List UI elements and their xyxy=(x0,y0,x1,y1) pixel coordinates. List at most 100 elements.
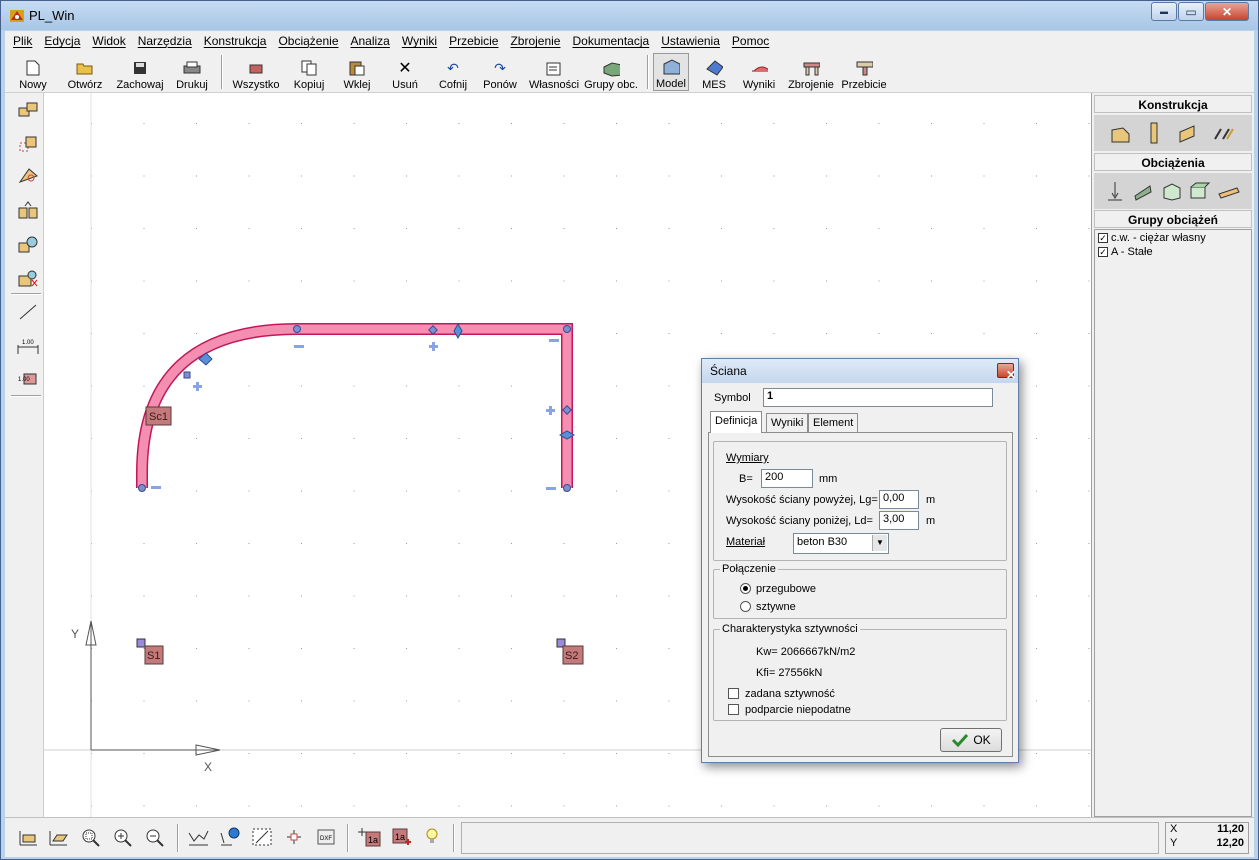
volume-load-icon[interactable] xyxy=(1188,180,1211,202)
menu-pomoc[interactable]: Pomoc xyxy=(732,34,769,48)
checkbox-checked-icon[interactable]: ✓ xyxy=(1098,232,1108,243)
redo-button[interactable]: ↷ Ponów xyxy=(479,53,521,92)
new-button[interactable]: Nowy xyxy=(15,53,51,91)
undo-button[interactable]: ↶ Cofnij xyxy=(433,53,473,92)
add-opening-tool[interactable] xyxy=(15,197,41,223)
menu-edycja[interactable]: Edycja xyxy=(44,34,80,48)
line-load-icon[interactable] xyxy=(1132,180,1154,202)
menu-wyniki[interactable]: Wyniki xyxy=(402,34,437,48)
menu-obciazenie[interactable]: Obciążenie xyxy=(278,34,338,48)
dimension-tool[interactable]: 1.00 xyxy=(15,333,41,359)
column-tool-icon[interactable] xyxy=(1146,121,1162,145)
support-s1[interactable]: S1 xyxy=(136,638,164,665)
properties-button[interactable]: Własności xyxy=(527,53,581,91)
line-tool[interactable] xyxy=(15,299,41,325)
grid-dot xyxy=(196,175,197,177)
grid-dot xyxy=(668,123,670,124)
menu-konstrukcja[interactable]: Konstrukcja xyxy=(204,34,267,48)
load-groups-button[interactable]: Grupy obc. xyxy=(583,53,639,91)
grid-dot xyxy=(1088,175,1090,177)
radio-rigid[interactable] xyxy=(740,601,751,612)
model-view-button[interactable]: Model xyxy=(653,53,689,91)
hint-button[interactable] xyxy=(419,824,445,850)
labels-button[interactable]: 1a xyxy=(357,824,383,850)
delete-button[interactable]: ✕ Usuń xyxy=(387,53,423,91)
lg-field[interactable]: 0,00 xyxy=(879,490,919,509)
wall-node[interactable] xyxy=(563,325,571,333)
wall-node[interactable] xyxy=(563,484,571,492)
b-field[interactable]: 200 xyxy=(761,469,813,488)
zoom-all-button[interactable] xyxy=(141,824,167,850)
grid-dot xyxy=(1036,385,1037,387)
node-snap-button[interactable] xyxy=(281,824,307,850)
save-button[interactable]: Zachowaj xyxy=(115,53,165,91)
load-group-item[interactable]: ✓ c.w. - ciężar własny xyxy=(1098,231,1251,244)
reinforcement-view-button[interactable]: Zbrojenie xyxy=(785,53,837,91)
tab-definicja[interactable]: Definicja xyxy=(710,411,763,433)
axes-button[interactable] xyxy=(185,824,211,850)
maximize-button[interactable]: ▭ xyxy=(1178,2,1204,21)
radio-hinged[interactable] xyxy=(740,583,751,594)
add-contour-tool[interactable] xyxy=(15,131,41,157)
paste-label: Wklej xyxy=(343,79,371,91)
view-3d-button[interactable] xyxy=(45,824,71,850)
surface-load-icon[interactable] xyxy=(1217,180,1241,202)
scale-tool[interactable]: 1.00 xyxy=(15,365,41,391)
zoom-dynamic-button[interactable] xyxy=(109,824,135,850)
slab-tool-icon[interactable] xyxy=(1109,122,1131,144)
tab-wyniki[interactable]: Wyniki xyxy=(766,413,809,433)
menu-przebicie[interactable]: Przebicie xyxy=(449,34,498,48)
wall-midpoint[interactable] xyxy=(183,371,191,379)
ld-field[interactable]: 3,00 xyxy=(879,511,919,530)
mesh-tool[interactable] xyxy=(15,231,41,257)
wall-tool-icon[interactable] xyxy=(1176,122,1198,144)
fem-view-button[interactable]: MES xyxy=(695,53,733,91)
given-stiffness-checkbox[interactable] xyxy=(728,688,739,699)
paste-button[interactable]: Wklej xyxy=(337,53,377,91)
menu-plik[interactable]: Plik xyxy=(13,34,32,48)
results-view-button[interactable]: Wyniki xyxy=(739,53,779,91)
load-group-item[interactable]: ✓ A - Stałe xyxy=(1098,245,1251,258)
copy-button[interactable]: Kopiuj xyxy=(289,53,329,91)
menu-narzedzia[interactable]: Narzędzia xyxy=(138,34,192,48)
menu-ustawienia[interactable]: Ustawienia xyxy=(661,34,720,48)
delete-mesh-tool[interactable] xyxy=(15,265,41,291)
global-axes-button[interactable] xyxy=(217,824,243,850)
wall-node[interactable] xyxy=(138,484,146,492)
3d-view-icon xyxy=(49,831,68,846)
open-button[interactable]: Otwórz xyxy=(63,53,107,91)
area-load-icon[interactable] xyxy=(1160,180,1182,202)
tab-element[interactable]: Element xyxy=(808,413,859,433)
grid-dot xyxy=(826,228,827,229)
dialog-close-button[interactable]: ✕ xyxy=(997,363,1016,382)
grid-dot xyxy=(773,175,775,177)
dxf-import-button[interactable]: DXF xyxy=(313,824,339,850)
grid-dot xyxy=(931,228,932,229)
beam-tool-icon[interactable] xyxy=(1213,123,1237,143)
menu-zbrojenie[interactable]: Zbrojenie xyxy=(510,34,560,48)
view-plan-button[interactable] xyxy=(15,824,41,850)
select-all-button[interactable]: Wszystko xyxy=(229,53,283,91)
grid-dot xyxy=(353,280,355,282)
minimize-button[interactable]: ▬ xyxy=(1151,2,1177,21)
add-label-button[interactable]: 1a xyxy=(389,824,415,850)
menu-widok[interactable]: Widok xyxy=(92,34,125,48)
grid-snap-button[interactable] xyxy=(249,824,275,850)
zoom-window-button[interactable] xyxy=(77,824,103,850)
wall-node[interactable] xyxy=(293,325,301,333)
material-select[interactable]: beton B30 ▼ xyxy=(793,533,889,554)
ok-button[interactable]: OK xyxy=(940,728,1002,752)
add-slab-tool[interactable] xyxy=(15,97,41,123)
edit-shape-tool[interactable] xyxy=(15,163,41,189)
punching-view-button[interactable]: Przebicie xyxy=(839,53,889,91)
rigid-support-checkbox[interactable] xyxy=(728,704,739,715)
menu-analiza[interactable]: Analiza xyxy=(351,34,390,48)
support-s2[interactable]: S2 xyxy=(556,638,584,665)
close-button[interactable]: ✕ xyxy=(1205,2,1249,21)
symbol-field[interactable]: 1 xyxy=(763,388,993,407)
print-button[interactable]: Drukuj xyxy=(173,53,211,91)
checkbox-checked-icon[interactable]: ✓ xyxy=(1098,246,1108,257)
point-load-icon[interactable] xyxy=(1105,180,1125,202)
grid-dot xyxy=(721,333,722,334)
menu-dokumentacja[interactable]: Dokumentacja xyxy=(572,34,649,48)
